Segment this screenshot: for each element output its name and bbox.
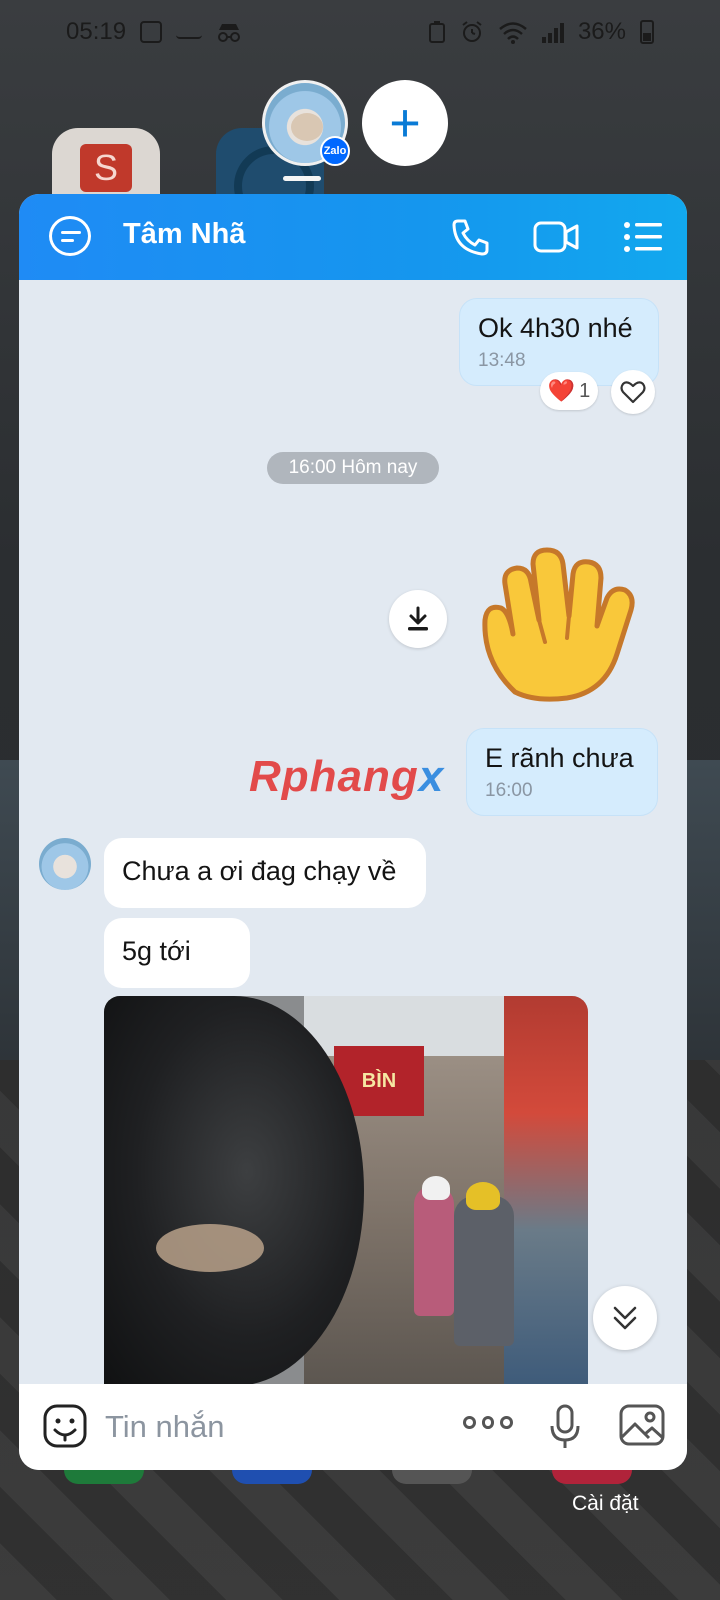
shopee-icon: S: [80, 144, 132, 192]
status-time: 05:19: [66, 18, 127, 45]
photo-message[interactable]: BÌN: [104, 996, 588, 1384]
notification-app-icon: [140, 21, 163, 43]
phone-call-icon[interactable]: [449, 216, 491, 258]
battery-icon: [640, 20, 654, 44]
photo-rider: [454, 1196, 514, 1346]
double-chevron-down-icon: [613, 1306, 637, 1330]
reaction-count: 1: [579, 379, 591, 402]
message-text: E rãnh chưa: [485, 743, 634, 773]
message-text: 5g tới: [122, 936, 191, 966]
chat-icon[interactable]: [49, 216, 91, 256]
watermark-logo: Rphangx: [249, 752, 444, 802]
menu-list-icon[interactable]: [623, 220, 663, 254]
photo-black-helmet: [104, 996, 364, 1384]
status-bar: 05:19 36%: [0, 0, 720, 64]
photo-shopfront: [504, 996, 588, 1384]
message-text: Ok 4h30 nhé: [478, 313, 633, 343]
add-bubble-button[interactable]: +: [362, 80, 448, 166]
reaction-badge[interactable]: ❤️ 1: [540, 372, 598, 410]
image-gallery-icon[interactable]: [619, 1404, 665, 1446]
dock-app-red: [552, 1470, 632, 1484]
scroll-to-bottom-button[interactable]: [593, 1286, 657, 1350]
watermark-text: Rphang: [249, 752, 419, 801]
message-text: Chưa a ơi đag chạy về: [122, 856, 397, 886]
photo-helmet-sticker: [156, 1224, 264, 1272]
message-bubble-theirs[interactable]: 5g tới: [104, 918, 250, 988]
message-input[interactable]: [105, 1404, 445, 1450]
chat-header: Tâm Nhã: [19, 194, 687, 280]
message-time: 16:00: [485, 780, 533, 801]
status-right: 36%: [428, 18, 654, 46]
sticker-emoji-icon[interactable]: [43, 1404, 87, 1448]
heart-reaction-icon: ❤️: [547, 378, 576, 403]
microphone-icon[interactable]: [549, 1404, 581, 1450]
incognito-icon: [218, 24, 241, 42]
photo-rider: [414, 1186, 454, 1316]
chat-messages[interactable]: Ok 4h30 nhé 13:48 ❤️ 1 16:00 Hôm nay E r…: [19, 280, 687, 1384]
battery-percent: 36%: [577, 18, 626, 45]
more-options-icon[interactable]: [463, 1416, 514, 1436]
wifi-icon: [499, 22, 527, 44]
watermark-text-accent: x: [418, 752, 445, 801]
message-bubble-theirs[interactable]: Chưa a ơi đag chạy về: [104, 838, 426, 908]
cat-avatar-image: [291, 113, 323, 141]
dock-app-gray: [392, 1470, 472, 1484]
photo-white-helmet: [422, 1176, 450, 1200]
message-bubble-mine[interactable]: E rãnh chưa 16:00: [466, 728, 658, 816]
alarm-icon: [462, 21, 482, 42]
download-icon: [408, 606, 428, 631]
dock-app-blue: [232, 1470, 312, 1484]
waving-hand-sticker[interactable]: [475, 542, 645, 702]
status-left: 05:19: [66, 18, 242, 46]
react-button[interactable]: [611, 370, 655, 414]
heart-outline-icon: [620, 381, 646, 404]
chat-window: Tâm Nhã Ok 4h30 nhé 13:48 ❤️ 1 16:00 Hôm…: [19, 194, 687, 1470]
lock-battery-icon: [428, 21, 445, 43]
video-call-icon[interactable]: [533, 220, 579, 254]
message-input-bar: [19, 1384, 687, 1470]
download-sticker-button[interactable]: [389, 590, 447, 648]
settings-link[interactable]: Cài đặt: [572, 1492, 639, 1516]
signal-icon: [541, 21, 564, 43]
contact-name[interactable]: Tâm Nhã: [123, 218, 245, 251]
news-app-icon: [176, 25, 203, 39]
active-bubble-indicator: [283, 176, 321, 181]
zalo-badge-icon: Zalo: [320, 136, 350, 166]
message-time: 13:48: [478, 350, 526, 371]
contact-avatar[interactable]: [39, 838, 91, 890]
photo-yellow-helmet: [466, 1182, 500, 1210]
date-separator: 16:00 Hôm nay: [267, 452, 439, 484]
dock-app-green: [64, 1470, 144, 1484]
